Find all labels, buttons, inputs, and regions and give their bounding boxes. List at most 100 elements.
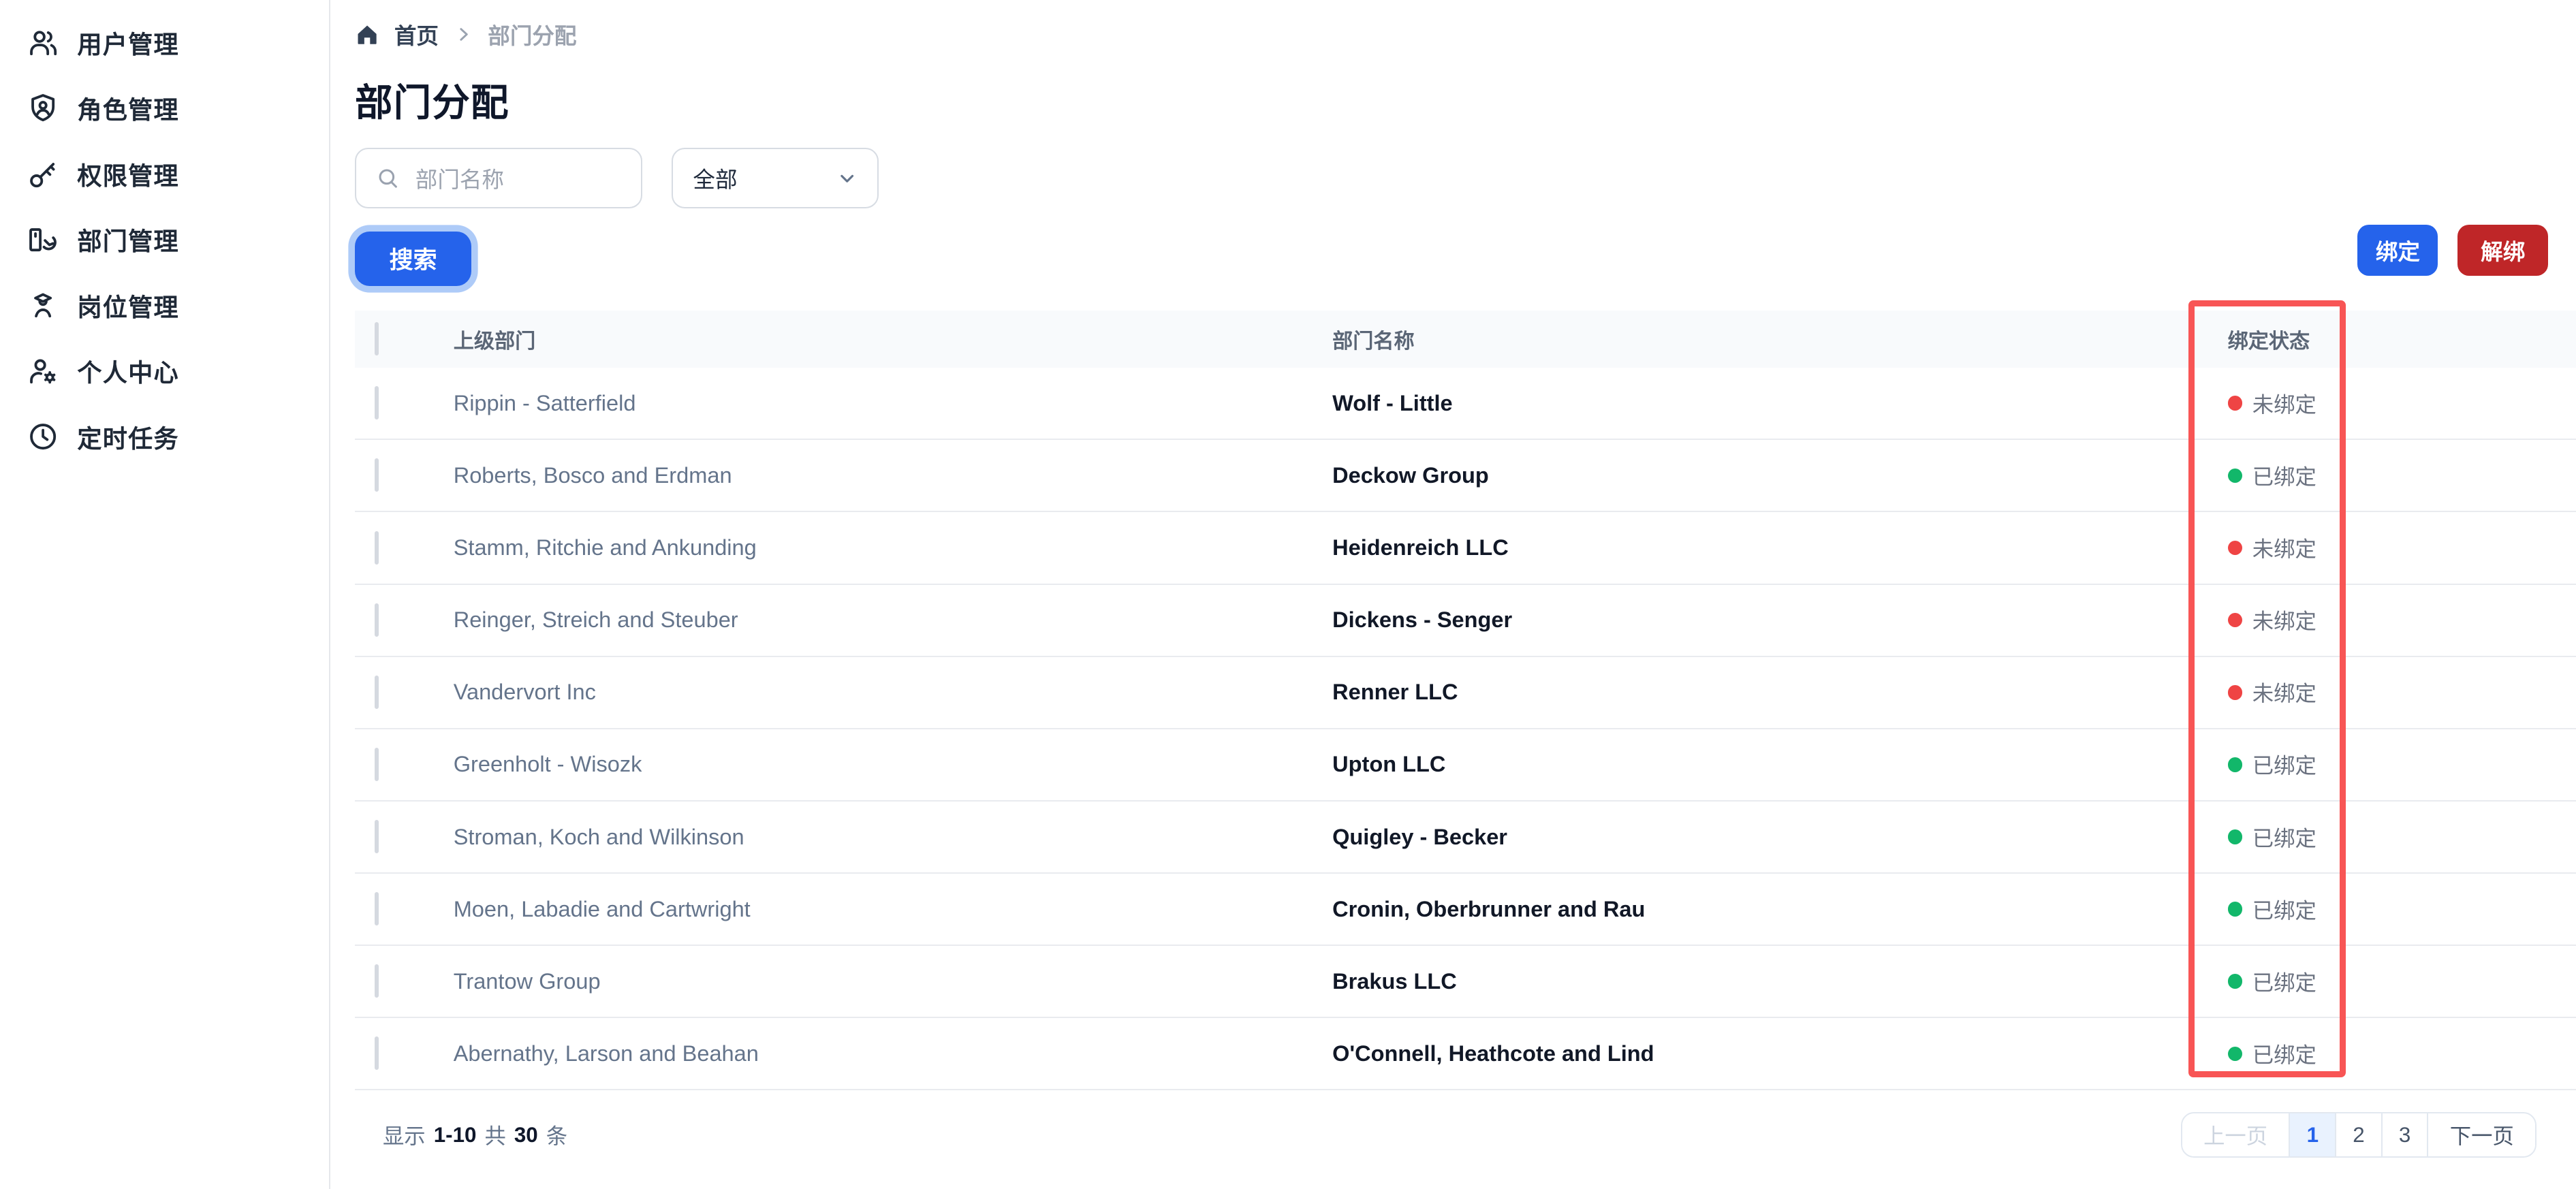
shield-user-icon [31,94,54,122]
column-header-parent: 上级部门 [453,330,536,353]
pagination: 上一页 1 2 3 下一页 [2180,1111,2537,1158]
department-name-cell: Cronin, Oberbrunner and Rau [1332,896,1646,921]
parent-department-cell: Greenholt - Wisozk [453,752,642,777]
row-checkbox[interactable] [374,675,379,709]
page-button-3[interactable]: 3 [2381,1113,2428,1157]
status-label: 未绑定 [2252,537,2316,562]
page-button-1[interactable]: 1 [2289,1113,2336,1157]
status-dot [2227,757,2243,772]
unbind-button[interactable]: 解绑 [2457,225,2549,276]
summary-middle: 共 [484,1124,506,1149]
next-page-button[interactable]: 下一页 [2427,1113,2536,1157]
row-checkbox[interactable] [374,1036,379,1071]
position-badge-icon [33,293,52,318]
row-checkbox[interactable] [374,964,379,998]
search-button[interactable]: 搜索 [354,232,472,286]
sidebar-item-label: 定时任务 [77,424,179,453]
status-label: 未绑定 [2252,392,2316,417]
app-window: 用户管理 角色管理 权限管理 部门管理 岗位管理 个人中心 定时任务 首页 部门… [0,0,2576,1189]
status-dot [2227,396,2243,411]
sidebar-item-user-management[interactable]: 用户管理 [0,10,329,75]
department-name-cell: Upton LLC [1332,752,1446,777]
department-name-cell: Renner LLC [1332,680,1458,705]
row-checkbox[interactable] [374,603,379,637]
table-row: Stroman, Koch and Wilkinson Quigley - Be… [354,801,2576,874]
clock-icon [29,424,56,450]
table-row: Greenholt - Wisozk Upton LLC 已绑定 [354,729,2576,802]
department-name-cell: Wolf - Little [1332,390,1453,415]
row-checkbox[interactable] [374,820,379,854]
status-dot [2227,1046,2243,1062]
table-row: Reinger, Streich and Steuber Dickens - S… [354,584,2576,657]
page-button-2[interactable]: 2 [2335,1113,2381,1157]
search-placeholder: 部门名称 [415,168,504,193]
sidebar-item-label: 权限管理 [77,161,179,190]
department-name-cell: Heidenreich LLC [1332,535,1509,560]
status-dot [2227,612,2243,628]
table-row: Stamm, Ritchie and Ankunding Heidenreich… [354,512,2576,585]
status-label: 已绑定 [2252,1043,2316,1067]
main-content: 首页 部门分配 部门分配 部门名称 全部 搜索 绑定 解绑 上级部门 部门名称 … [330,0,2576,1189]
parent-department-cell: Stamm, Ritchie and Ankunding [453,535,757,560]
search-icon [379,169,397,188]
row-checkbox[interactable] [374,386,379,420]
results-summary: 显示 1-10 共 30 条 [355,1120,567,1150]
status-label: 已绑定 [2252,970,2316,995]
sidebar-item-department-management[interactable]: 部门管理 [0,207,329,272]
table-row: Rippin - Satterfield Wolf - Little 未绑定 [354,368,2576,441]
sidebar: 用户管理 角色管理 权限管理 部门管理 岗位管理 个人中心 定时任务 [0,0,330,1189]
summary-range: 1-10 [433,1122,477,1147]
row-checkbox[interactable] [374,458,379,492]
parent-department-cell: Trantow Group [453,968,601,994]
table-header: 上级部门 部门名称 绑定状态 [354,310,2576,368]
breadcrumb-home-label[interactable]: 首页 [394,18,439,50]
status-dot [2227,829,2243,844]
binding-status-cell: 未绑定 [2220,677,2576,708]
page-title: 部门分配 [354,82,509,125]
status-dot [2227,540,2243,556]
prev-page-button[interactable]: 上一页 [2182,1113,2289,1157]
chevron-right-icon [454,25,473,44]
status-dot [2227,468,2243,483]
table-row: Trantow Group Brakus LLC 已绑定 [354,946,2576,1019]
table-body: Rippin - Satterfield Wolf - Little 未绑定 R… [354,368,2576,1091]
status-label: 已绑定 [2252,464,2316,489]
status-dot [2227,974,2243,989]
actions-row: 搜索 绑定 解绑 [354,225,2576,286]
parent-department-cell: Rippin - Satterfield [453,390,636,415]
sidebar-item-permission-management[interactable]: 权限管理 [0,141,329,206]
home-icon[interactable] [355,22,379,47]
sidebar-item-role-management[interactable]: 角色管理 [0,76,329,141]
select-all-checkbox[interactable] [374,322,379,355]
parent-department-cell: Reinger, Streich and Steuber [453,607,738,633]
status-dot [2227,684,2243,700]
binding-status-cell: 已绑定 [2220,822,2576,853]
summary-total: 30 [514,1122,538,1147]
row-checkbox[interactable] [374,530,379,565]
department-icon [29,228,57,252]
parent-department-cell: Vandervort Inc [453,680,596,705]
search-input[interactable]: 部门名称 [354,148,643,209]
sidebar-item-label: 用户管理 [77,30,179,59]
filters-row: 部门名称 全部 [354,148,2576,209]
summary-prefix: 显示 [382,1124,426,1149]
bind-button[interactable]: 绑定 [2357,225,2438,276]
row-checkbox[interactable] [374,747,379,781]
sidebar-item-scheduled-tasks[interactable]: 定时任务 [0,404,329,469]
sidebar-item-label: 角色管理 [77,96,179,125]
departments-table: 上级部门 部门名称 绑定状态 Rippin - Satterfield Wolf… [354,310,2576,1091]
sidebar-item-personal-center[interactable]: 个人中心 [0,338,329,404]
binding-status-cell: 已绑定 [2220,966,2576,997]
status-filter-select[interactable]: 全部 [672,148,879,209]
column-header-name: 部门名称 [1332,330,1415,353]
binding-status-cell: 已绑定 [2220,749,2576,780]
binding-status-cell: 未绑定 [2220,605,2576,635]
sidebar-item-label: 个人中心 [77,359,179,387]
chevron-down-icon [841,174,854,183]
department-name-cell: Dickens - Senger [1332,607,1513,633]
sidebar-item-position-management[interactable]: 岗位管理 [0,272,329,338]
column-header-status: 绑定状态 [2227,330,2310,353]
row-checkbox[interactable] [374,892,379,926]
department-name-cell: Deckow Group [1332,462,1489,488]
parent-department-cell: Stroman, Koch and Wilkinson [453,824,744,849]
